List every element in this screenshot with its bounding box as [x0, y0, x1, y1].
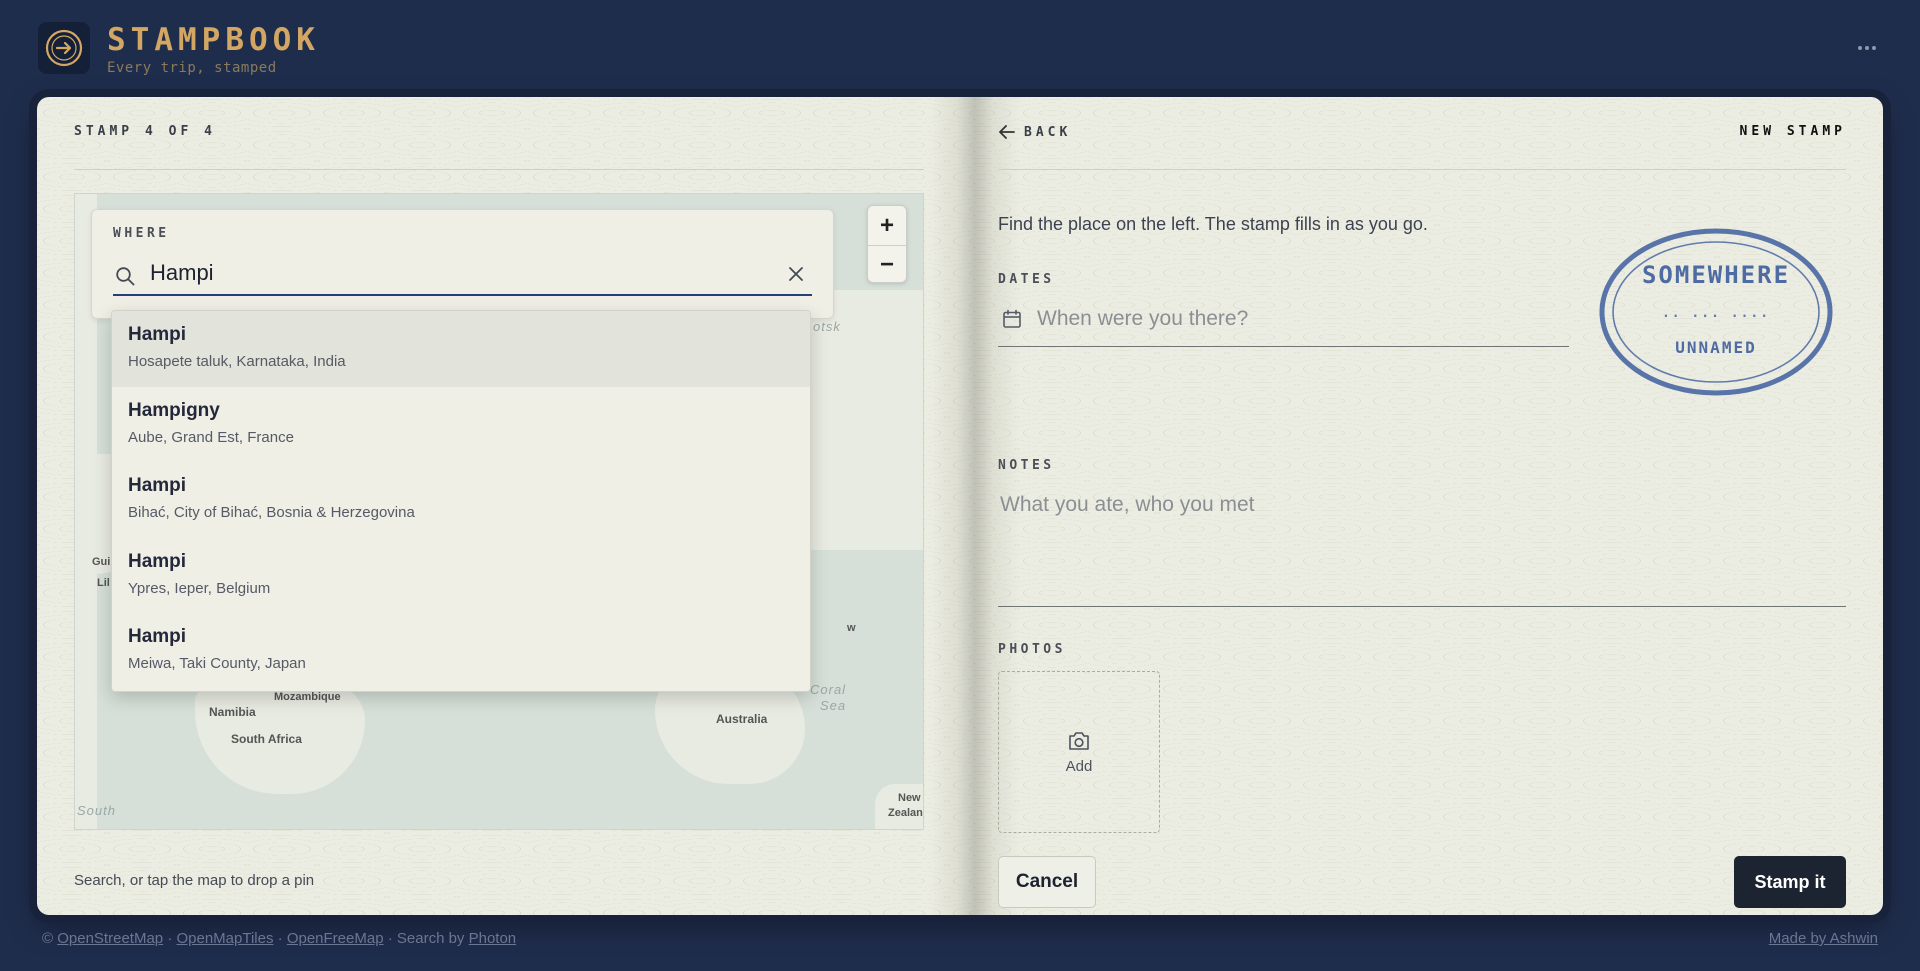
search-result-item[interactable]: Hampi Meiwa, Taki County, Japan [112, 613, 810, 689]
search-by-text: · Search by [387, 930, 465, 947]
result-detail: Ypres, Ieper, Belgium [128, 579, 271, 597]
result-name: Hampigny [128, 399, 220, 421]
credit: Made by Ashwin [1769, 930, 1878, 947]
result-detail: Hosapete taluk, Karnataka, India [128, 353, 346, 370]
add-photo-label: Add [1065, 757, 1093, 775]
where-label: WHERE [113, 226, 170, 241]
map-label: Lil [97, 577, 110, 589]
app-title: STAMPBOOK [107, 22, 320, 58]
notes-label: NOTES [998, 458, 1055, 473]
copyright-symbol: © [42, 930, 54, 947]
separator: · [277, 930, 283, 947]
more-horizontal-icon [1858, 46, 1862, 50]
separator: · [167, 930, 173, 947]
link-openstreetmap[interactable]: OpenStreetMap [57, 930, 163, 947]
search-result-item[interactable]: Hampi Ypres, Ieper, Belgium [112, 538, 810, 614]
link-photon[interactable]: Photon [469, 930, 517, 947]
result-detail: Aube, Grand Est, France [128, 428, 294, 446]
camera-icon [1069, 731, 1089, 750]
dates-input[interactable] [1037, 304, 1557, 334]
result-name: Hampi [128, 324, 187, 345]
divider [74, 169, 924, 170]
stamp-book: STAMP 4 OF 4 Namibia South Africa Mozamb… [37, 97, 1883, 915]
search-input[interactable] [150, 258, 750, 288]
stamp-it-button[interactable]: Stamp it [1734, 856, 1846, 908]
result-detail: Bihać, City of Bihać, Bosnia & Herzegovi… [128, 504, 415, 521]
arrow-left-icon [999, 125, 1015, 139]
back-label: BACK [1024, 124, 1072, 140]
page-title: NEW STAMP [1739, 124, 1846, 139]
search-result-item[interactable]: Hampigny Aube, Grand Est, France [112, 387, 810, 463]
stamp-place: SOMEWHERE [1642, 261, 1790, 289]
map-label: w [847, 622, 856, 634]
search-results-list: Hampi Hosapete taluk, Karnataka, India H… [111, 310, 811, 692]
map-label: Namibia [209, 705, 256, 719]
dates-field [998, 297, 1569, 347]
map-label: Zealan [888, 807, 923, 819]
cancel-button[interactable]: Cancel [998, 856, 1096, 908]
map-label: Gui [92, 556, 111, 568]
more-dot [1865, 46, 1869, 50]
dates-label: DATES [998, 272, 1055, 287]
zoom-out-button[interactable]: − [868, 245, 906, 284]
map-label: Australia [716, 712, 768, 726]
search-row [113, 254, 812, 296]
made-by-link[interactable]: Made by Ashwin [1769, 930, 1878, 947]
map-label: South Africa [231, 732, 302, 746]
app-tagline: Every trip, stamped [107, 60, 277, 76]
search-result-item[interactable]: Hampi Hosapete taluk, Karnataka, India [112, 311, 810, 387]
calendar-icon [1003, 309, 1021, 328]
back-button[interactable]: BACK [998, 123, 1071, 141]
search-icon [116, 267, 135, 286]
attribution-footer: © OpenStreetMap · OpenMapTiles · OpenFre… [42, 930, 516, 947]
stamp-dates: .. ... .... [1662, 306, 1770, 321]
search-result-item[interactable]: Hampi Bihać, City of Bihać, Bosnia & Her… [112, 462, 810, 538]
more-dot [1872, 46, 1876, 50]
map-hint: Search, or tap the map to drop a pin [74, 872, 315, 889]
map-label: Coral [810, 682, 847, 697]
result-name: Hampi [128, 626, 187, 647]
map-label: South [77, 803, 116, 818]
intro-text: Find the place on the left. The stamp fi… [998, 214, 1428, 234]
stamp-preview: SOMEWHERE .. ... .... UNNAMED [1599, 228, 1833, 396]
map-label: Sea [820, 698, 847, 713]
notes-input[interactable] [998, 490, 1846, 607]
map-zoom-control: + − [867, 205, 907, 283]
result-detail: Meiwa, Taki County, Japan [128, 655, 306, 672]
zoom-in-button[interactable]: + [868, 206, 906, 245]
where-card: WHERE [91, 209, 834, 319]
link-openfreemap[interactable]: OpenFreeMap [287, 930, 384, 947]
result-name: Hampi [128, 550, 187, 572]
stamp-status: UNNAMED [1675, 338, 1756, 357]
stamp-progress: STAMP 4 OF 4 [74, 124, 216, 139]
photos-label: PHOTOS [998, 642, 1066, 657]
map-label: Mozambique [274, 691, 341, 703]
compass-arrow-icon [45, 29, 83, 67]
logo[interactable] [38, 22, 90, 74]
result-name: Hampi [128, 475, 187, 496]
map-label: New [898, 792, 921, 804]
app-header: STAMPBOOK Every trip, stamped [38, 22, 1882, 78]
close-icon[interactable] [786, 264, 806, 284]
divider [998, 169, 1846, 170]
link-openmaptiles[interactable]: OpenMapTiles [176, 930, 273, 947]
more-menu-button[interactable] [1852, 36, 1882, 60]
add-photo-button[interactable]: Add [998, 671, 1160, 833]
map-label: otsk [813, 319, 841, 334]
